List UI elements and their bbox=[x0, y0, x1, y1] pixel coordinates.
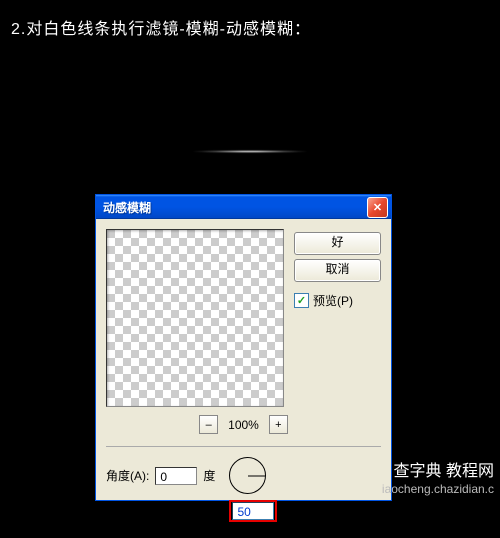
angle-input[interactable]: 0 bbox=[155, 467, 197, 485]
motion-blur-dialog: 动感模糊 ✕ 好 取消 ✓ 预览(P) – 100% + 角度(A): 0 度 bbox=[95, 194, 392, 501]
angle-unit: 度 bbox=[203, 467, 215, 484]
step-instruction: 2.对白色线条执行滤镜-模糊-动感模糊： bbox=[11, 15, 311, 39]
zoom-value: 100% bbox=[228, 418, 259, 432]
preview-label: 预览(P) bbox=[313, 292, 353, 309]
watermark-url: iaocheng.chazidian.c bbox=[382, 482, 494, 496]
preview-canvas[interactable] bbox=[106, 229, 284, 407]
dialog-title: 动感模糊 bbox=[99, 199, 367, 216]
distance-highlight: 50 bbox=[229, 500, 277, 522]
distance-input[interactable]: 50 bbox=[232, 502, 274, 520]
distance-label: 距离(D): bbox=[179, 503, 223, 520]
angle-label: 角度(A): bbox=[106, 467, 149, 484]
divider bbox=[106, 446, 381, 447]
preview-checkbox[interactable]: ✓ bbox=[294, 293, 309, 308]
angle-dial[interactable] bbox=[229, 457, 266, 494]
zoom-in-button[interactable]: + bbox=[269, 415, 288, 434]
watermark-title: 查字典 教程网 bbox=[382, 462, 494, 481]
motion-blur-result bbox=[185, 150, 315, 153]
distance-unit: 像素 bbox=[283, 503, 307, 520]
zoom-out-button[interactable]: – bbox=[199, 415, 218, 434]
close-button[interactable]: ✕ bbox=[367, 197, 388, 218]
cancel-button[interactable]: 取消 bbox=[294, 259, 381, 282]
ok-button[interactable]: 好 bbox=[294, 232, 381, 255]
titlebar: 动感模糊 ✕ bbox=[96, 195, 391, 219]
watermark: 查字典 教程网 iaocheng.chazidian.c bbox=[382, 462, 494, 496]
